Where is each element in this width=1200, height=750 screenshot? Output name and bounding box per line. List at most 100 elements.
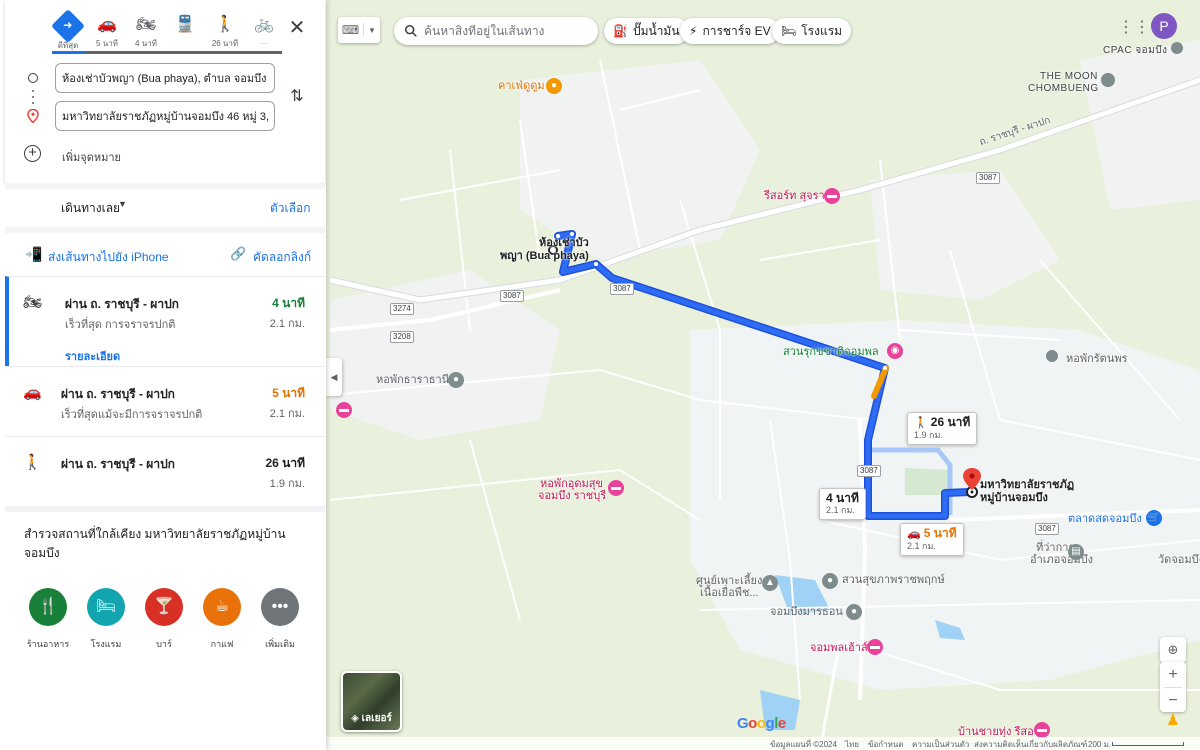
place-label[interactable]: จอมพลเฮ้าส์	[810, 642, 868, 655]
hotel-icon[interactable]: ▬	[336, 402, 352, 418]
mode-walk[interactable]: 🚶 26 นาที	[208, 14, 242, 49]
hotel-icon[interactable]: ▬	[867, 639, 883, 655]
language-link[interactable]: ไทย	[845, 738, 859, 750]
scale-label[interactable]: 200 ม.	[1088, 738, 1111, 750]
details-link[interactable]: รายละเอียด	[65, 347, 120, 365]
walk-icon: 🚶	[914, 417, 928, 429]
add-destination-button[interactable]: เพิ่มจุดหมาย	[62, 148, 121, 166]
cafe-icon[interactable]: ●	[546, 78, 562, 94]
gas-station-icon: ⛽	[613, 24, 628, 38]
chip-gas[interactable]: ⛽ ปั๊มน้ำมัน	[604, 18, 689, 44]
place-icon[interactable]	[1101, 73, 1115, 87]
place-label[interactable]: ตลาดสดจอมบึง	[1068, 513, 1142, 526]
route-option[interactable]: 🏍 ผ่าน ถ. ราชบุรี - ผาปก เร็วที่สุด การจ…	[5, 276, 325, 366]
hotel-icon: 🛏	[781, 24, 797, 38]
route-option[interactable]: 🚶 ผ่าน ถ. ราชบุรี - ผาปก 26 นาที 1.9 กม.	[5, 436, 325, 506]
park-icon[interactable]: ◉	[887, 343, 903, 359]
hotel-icon[interactable]: ▬	[824, 188, 840, 204]
search-input[interactable]	[424, 24, 594, 38]
place-icon[interactable]	[1171, 42, 1183, 54]
restaurant-icon: 🍴	[29, 588, 67, 626]
category-hotels[interactable]: 🛏 โรงแรม	[76, 588, 136, 651]
coffee-icon: ☕	[203, 588, 241, 626]
place-label[interactable]: จอมบึงมารธอน	[770, 606, 843, 619]
mode-best[interactable]: ➜ ดีที่สุด	[51, 9, 85, 51]
avatar[interactable]: P	[1151, 13, 1177, 39]
caret-down-icon[interactable]: ▼	[118, 199, 127, 209]
pegman-icon[interactable]: ♟	[1163, 710, 1183, 732]
map-data-attribution: ข้อมูลแผนที่ ©2024	[770, 740, 837, 749]
copy-link-button[interactable]: คัดลอกลิงก์	[253, 248, 311, 267]
car-icon: 🚗	[97, 16, 117, 33]
hotel-icon: 🛏	[87, 588, 125, 626]
destination-input[interactable]	[55, 101, 275, 131]
mode-bicycle[interactable]: 🚲 —	[247, 14, 281, 49]
depart-now-dropdown[interactable]: เดินทางเลย	[61, 199, 120, 218]
shopping-icon[interactable]: 🛒	[1146, 510, 1162, 526]
car-icon: 🚗	[907, 528, 921, 540]
motorcycle-icon: 🏍	[135, 16, 157, 33]
destination-label[interactable]: มหาวิทยาลัยราชภัฏ หมู่บ้านจอมบึง	[980, 479, 1074, 505]
place-icon[interactable]: ●	[448, 372, 464, 388]
place-label[interactable]: เนื้อเยื่อพืช...	[700, 587, 759, 600]
chevron-down-icon[interactable]: ▼	[364, 26, 380, 35]
hotel-icon[interactable]: ▬	[608, 480, 624, 496]
zoom-control: + −	[1160, 662, 1186, 712]
car-route-pill[interactable]: 🚗 5 นาที 2.1 กม.	[900, 523, 964, 556]
walk-route-pill[interactable]: 🚶 26 นาที 1.9 กม.	[907, 412, 978, 445]
link-icon[interactable]: 🔗	[230, 246, 246, 262]
place-label[interactable]: หอพักรัตนพร	[1066, 353, 1128, 366]
category-coffee[interactable]: ☕ กาแฟ	[192, 588, 252, 651]
keyboard-icon[interactable]: ⌨	[338, 23, 364, 37]
place-label[interactable]: รีสอร์ท สุจรา	[764, 190, 825, 203]
options-button[interactable]: ตัวเลือก	[270, 199, 310, 218]
category-restaurants[interactable]: 🍴 ร้านอาหาร	[18, 588, 78, 651]
place-label[interactable]: วัดจอมบึง	[1158, 554, 1200, 567]
park-icon[interactable]: ●	[822, 573, 838, 589]
search-along-route[interactable]	[394, 17, 598, 45]
chip-hotel[interactable]: 🛏 โรงแรม	[772, 18, 852, 44]
place-label[interactable]: สวนสุขภาพราชพฤกษ์	[842, 574, 945, 587]
mode-car[interactable]: 🚗 5 นาที	[90, 14, 124, 49]
chip-ev[interactable]: ⚡ การชาร์จ EV	[680, 18, 780, 44]
place-label[interactable]: CPAC จอมบึง	[1103, 44, 1168, 57]
send-to-phone-button[interactable]: ส่งเส้นทางไปยัง iPhone	[48, 248, 169, 267]
hotel-icon[interactable]: ▬	[1034, 722, 1050, 738]
send-to-phone-icon[interactable]: 📲	[25, 246, 42, 263]
layers-icon: ◈	[351, 713, 359, 724]
input-tools-button[interactable]: ⌨ ▼	[338, 17, 380, 43]
close-directions-button[interactable]: ✕	[287, 18, 307, 38]
explore-nearby-title: สำรวจสถานที่ใกล้เคียง มหาวิทยาลัยราชภัฏห…	[24, 527, 286, 560]
place-label[interactable]: จอมบึง ราชบุรี	[538, 490, 606, 503]
road-shield: 3274	[390, 303, 414, 315]
apps-grid-icon[interactable]: ⋮⋮	[1118, 18, 1150, 38]
swap-icon[interactable]: ⇅	[288, 86, 306, 106]
government-icon[interactable]: ▤	[1068, 544, 1084, 560]
search-icon	[404, 24, 417, 37]
origin-input[interactable]	[55, 63, 275, 93]
place-label[interactable]: CHOMBUENG	[1028, 82, 1099, 95]
category-more[interactable]: ••• เพิ่มเติม	[250, 588, 310, 651]
origin-label[interactable]: ห้องเช่าบัว พญา (Bua phaya)	[500, 237, 589, 263]
school-icon[interactable]: ▲	[762, 575, 778, 591]
mode-transit[interactable]: 🚆	[168, 14, 202, 39]
place-label[interactable]: คาเฟ่ดูดูม	[498, 80, 545, 93]
place-icon[interactable]: ●	[846, 604, 862, 620]
my-location-button[interactable]: ⊕	[1160, 637, 1186, 663]
place-icon[interactable]	[1046, 350, 1058, 362]
place-label[interactable]: หอพักธาราธานี	[376, 374, 449, 387]
zoom-in-button[interactable]: +	[1160, 662, 1186, 687]
terms-link[interactable]: ข้อกำหนด	[868, 738, 904, 750]
place-label[interactable]: สวนรุกขชาติจอมพล	[783, 346, 879, 359]
category-bars[interactable]: 🍸 บาร์	[134, 588, 194, 651]
place-label[interactable]: อำเภอจอมบึง	[1030, 554, 1093, 567]
moto-route-pill[interactable]: 4 นาที 2.1 กม.	[819, 488, 866, 520]
route-option[interactable]: 🚗 ผ่าน ถ. ราชบุรี - ผาปก เร็วที่สุดแม้จะ…	[5, 366, 325, 436]
mode-tab-active-indicator	[52, 51, 86, 54]
collapse-panel-button[interactable]: ◀	[326, 358, 342, 396]
mode-motorcycle[interactable]: 🏍 4 นาที	[129, 14, 163, 49]
feedback-link[interactable]: ส่งความคิดเห็นเกี่ยวกับผลิตภัณฑ์	[974, 738, 1087, 750]
add-circle-icon[interactable]: +	[24, 145, 41, 162]
privacy-link[interactable]: ความเป็นส่วนตัว	[912, 738, 969, 750]
layers-button[interactable]: ◈ เลเยอร์	[341, 671, 402, 732]
